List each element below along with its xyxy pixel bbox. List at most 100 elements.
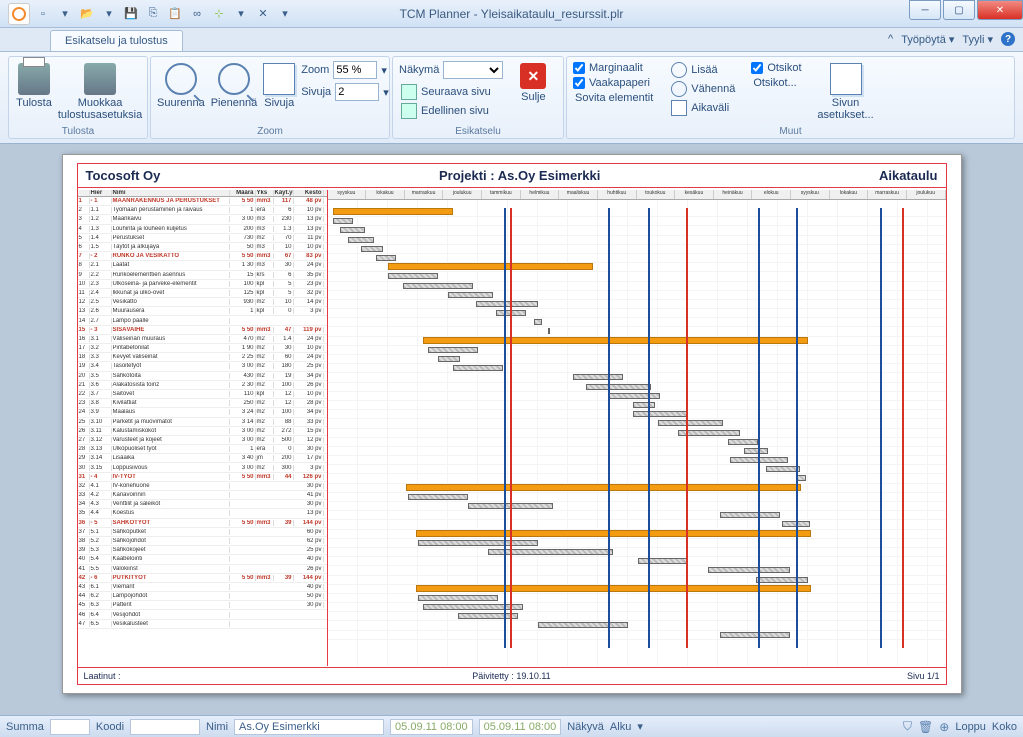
edit-print-settings-button[interactable]: Muokkaa tulostusasetuksia — [59, 61, 141, 121]
qat-open-icon[interactable]: 📂 — [78, 5, 96, 23]
table-row: 132.6Muurauserä1kpl03 pv — [78, 307, 327, 316]
gantt-vline — [880, 208, 882, 648]
qat-dropdown3-icon[interactable]: ▾ — [232, 5, 250, 23]
print-label: Tulosta — [16, 97, 52, 109]
table-header: Hier Nimi Määrä Yks Käyt.yht Kesto — [78, 190, 327, 197]
quick-access-toolbar: ▫ ▾ 📂 ▾ 💾 ⎘ 📋 ∞ ⊹ ▾ ✕ ▾ — [0, 3, 294, 25]
zoom-out-button[interactable]: Pienennä — [211, 61, 258, 109]
group-zoom-label: Zoom — [151, 126, 389, 137]
printer-icon — [18, 63, 50, 95]
table-row: 405.4Kaabelointi40 pv — [78, 555, 327, 564]
table-row: 203.5Sähkötöita430m21934 pv — [78, 372, 327, 381]
ribbon-group-muut: Marginaalit Vaakapaperi Sovita elementit… — [566, 56, 1015, 139]
prev-page-button[interactable]: Edellinen sivu — [399, 102, 503, 120]
style-menu[interactable]: Tyyli ▾ — [962, 33, 993, 46]
muut-col2: Lisää Vähennä Aikaväli — [669, 61, 737, 117]
sb-nimi-field[interactable]: As.Oy Esimerkki — [234, 719, 384, 735]
next-page-button[interactable]: Seuraava sivu — [399, 83, 503, 101]
landscape-check[interactable]: Vaakapaperi — [573, 76, 655, 90]
printer-edit-icon — [84, 63, 116, 95]
sb-summa-label: Summa — [6, 721, 44, 733]
maximize-button[interactable]: ▢ — [943, 0, 975, 20]
sb-loppu-label[interactable]: Loppu — [955, 721, 986, 733]
page-settings-icon — [830, 63, 862, 95]
fit-elements-button[interactable]: Sovita elementit — [573, 91, 655, 105]
titles-check[interactable]: Otsikot — [751, 61, 801, 75]
alku-dropdown-icon[interactable]: ▾ — [637, 720, 643, 733]
tabrow-right: ^ Työpöytä ▾ Tyyli ▾ ? — [888, 32, 1015, 46]
qat-paste-icon[interactable]: 📋 — [166, 5, 184, 23]
table-row: 243.9Maalaus3 24m210034 pv — [78, 408, 327, 417]
table-row: 223.7Saitovet110kpl1210 pv — [78, 390, 327, 399]
table-row: 263.11Kalustamiskokot3 00m227215 pv — [78, 427, 327, 436]
workspace-menu[interactable]: Työpöytä ▾ — [901, 33, 954, 46]
next-page-icon — [401, 84, 417, 100]
pages-button[interactable]: Sivuja — [263, 61, 295, 109]
project-label: Projekti : As.Oy Esimerkki — [439, 168, 600, 183]
qat-more-icon[interactable]: ▾ — [276, 5, 294, 23]
sb-plus-icon[interactable]: ⊕ — [939, 720, 949, 734]
page-footer: Laatinut : Päivitetty : 19.10.11 Sivu 1/… — [78, 667, 946, 684]
ribbon-collapse-icon[interactable]: ^ — [888, 33, 893, 45]
qat-tree-icon[interactable]: ⊹ — [210, 5, 228, 23]
subtract-button[interactable]: Vähennä — [669, 80, 737, 98]
table-row: 31.2Maankaivu3 00m323013 pv — [78, 215, 327, 224]
close-preview-button[interactable]: ✕ Sulje — [513, 61, 553, 103]
pages-dropdown-icon[interactable]: ▾ — [383, 86, 389, 99]
sb-koodi-field[interactable] — [130, 719, 200, 735]
prev-page-icon — [401, 103, 417, 119]
zoom-in-button[interactable]: Suurenna — [157, 61, 205, 109]
sb-shield-icon[interactable]: ⛉ — [903, 719, 912, 734]
preview-area[interactable]: Tocosoft Oy Projekti : As.Oy Esimerkki A… — [0, 144, 1023, 715]
tab-preview-print[interactable]: Esikatselu ja tulostus — [50, 30, 183, 51]
gantt-vline — [648, 208, 650, 648]
timespan-button[interactable]: Aikaväli — [669, 99, 737, 117]
sb-summa-field[interactable] — [50, 719, 90, 735]
page-body: Hier Nimi Määrä Yks Käyt.yht Kesto 1- 1M… — [78, 190, 946, 666]
qat-save-icon[interactable]: 💾 — [122, 5, 140, 23]
qat-link-icon[interactable]: ∞ — [188, 5, 206, 23]
table-row: 51.4Perustukset730m27011 pv — [78, 234, 327, 243]
minimize-button[interactable]: ─ — [909, 0, 941, 20]
sb-trash-icon[interactable]: 🗑 — [918, 720, 933, 734]
qat-copy-icon[interactable]: ⎘ — [144, 5, 162, 23]
margins-check[interactable]: Marginaalit — [573, 61, 655, 75]
window-close-button[interactable]: ✕ — [977, 0, 1023, 20]
pages-input[interactable] — [335, 83, 379, 101]
add-button[interactable]: Lisää — [669, 61, 737, 79]
group-esikatselu-label: Esikatselu — [393, 126, 563, 137]
app-icon[interactable] — [8, 3, 30, 25]
zoom-dropdown-icon[interactable]: ▾ — [381, 64, 387, 77]
table-row: 324.1IV-konehuone30 pv — [78, 482, 327, 491]
table-row: 122.5Vesikatto930m21014 pv — [78, 298, 327, 307]
gantt-vline — [758, 208, 760, 648]
qat-dropdown2-icon[interactable]: ▾ — [100, 5, 118, 23]
sb-date1[interactable]: 05.09.11 08:00 — [390, 719, 473, 735]
group-muut-label: Muut — [567, 126, 1014, 137]
pages-label: Sivuja — [264, 97, 294, 109]
table-row: 385.2Sähköjohdot62 pv — [78, 537, 327, 546]
table-row: 253.10Parketit ja muovimatot3 14m28833 p… — [78, 418, 327, 427]
page-settings-button[interactable]: Sivun asetukset... — [816, 61, 876, 121]
view-select[interactable] — [443, 61, 503, 79]
help-icon[interactable]: ? — [1001, 32, 1015, 46]
sb-koko-label[interactable]: Koko — [992, 721, 1017, 733]
qat-dropdown-icon[interactable]: ▾ — [56, 5, 74, 23]
titles-settings-button[interactable]: Otsikot... — [751, 76, 801, 90]
zoom-input[interactable] — [333, 61, 377, 79]
qat-close-icon[interactable]: ✕ — [254, 5, 272, 23]
qat-new-icon[interactable]: ▫ — [34, 5, 52, 23]
table-row: 395.3Sähkökojeet25 pv — [78, 546, 327, 555]
sb-date2[interactable]: 05.09.11 08:00 — [479, 719, 562, 735]
table-row: 375.1Sähköputket60 pv — [78, 528, 327, 537]
print-button[interactable]: Tulosta — [15, 61, 53, 109]
gantt-vline — [796, 208, 798, 648]
table-row: 193.4Tasoitetyöt3 00m218025 pv — [78, 362, 327, 371]
timespan-icon — [671, 100, 687, 116]
window-controls: ─ ▢ ✕ — [907, 0, 1023, 20]
company-label: Tocosoft Oy — [86, 168, 161, 183]
table-row: 173.2Pintabetonilat1 90m23010 pv — [78, 344, 327, 353]
table-row: 293.14Lisäaika3 40jm20017 pv — [78, 454, 327, 463]
task-table: Hier Nimi Määrä Yks Käyt.yht Kesto 1- 1M… — [78, 190, 328, 666]
table-row: 7- 2RUNKO JA VESIKATTO5 50mm36783 pv — [78, 252, 327, 261]
